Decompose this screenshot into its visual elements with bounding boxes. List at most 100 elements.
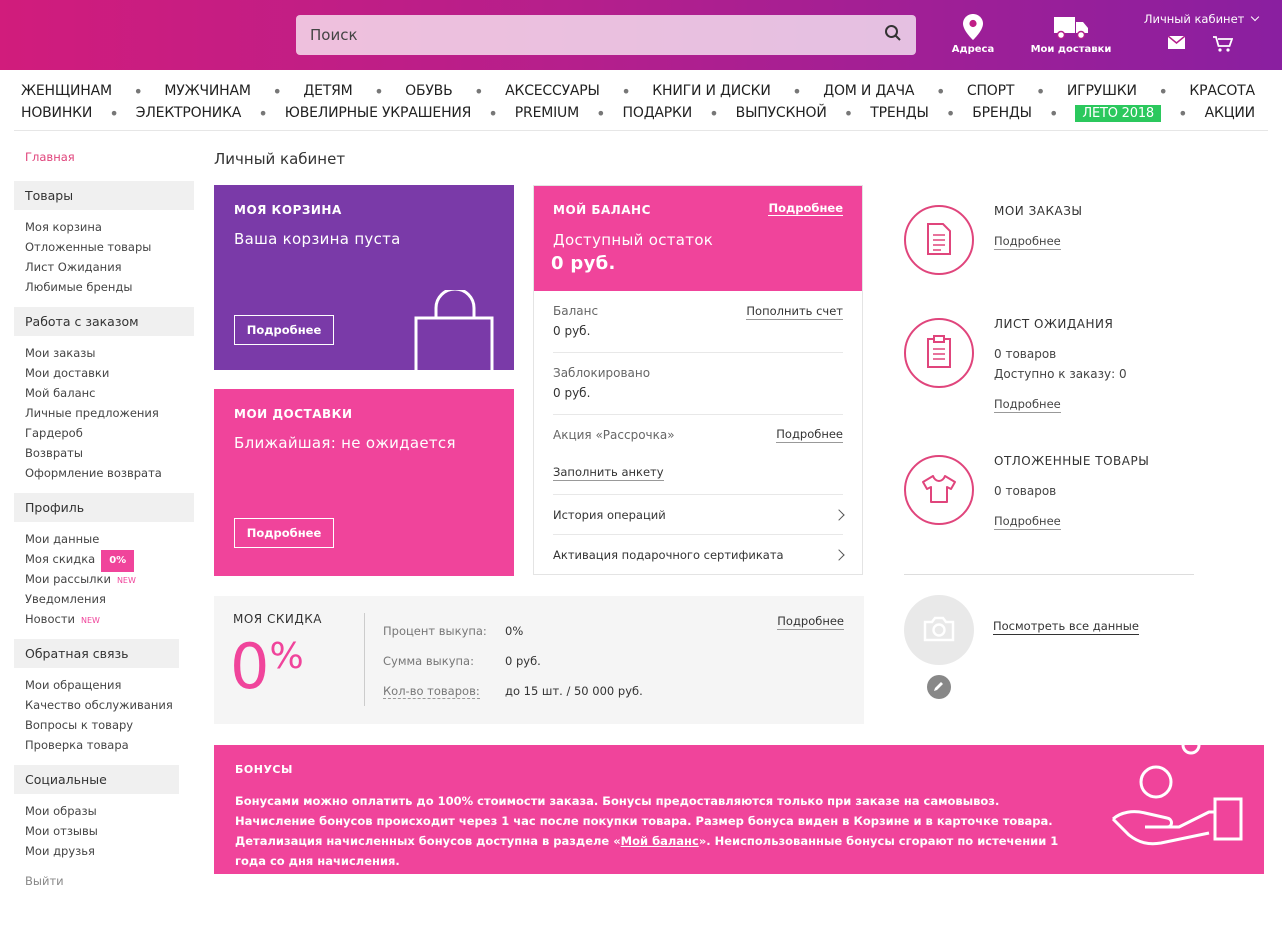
nav-separator: • [843, 103, 854, 123]
nav-summer-2018[interactable]: ЛЕТО 2018 [1075, 104, 1161, 122]
nav-separator: • [935, 81, 946, 101]
nav-books[interactable]: КНИГИ И ДИСКИ [652, 83, 771, 99]
view-all-data-link[interactable]: Посмотреть все данные [993, 619, 1139, 635]
saved-count: 0 товаров [994, 484, 1057, 498]
nav-sport[interactable]: СПОРТ [967, 83, 1015, 99]
promo-more-link[interactable]: Подробнее [776, 427, 843, 443]
new-tag: NEW [116, 576, 136, 585]
sidebar-item-service-quality[interactable]: Качество обслуживания [14, 695, 194, 715]
cart-more-button[interactable]: Подробнее [234, 315, 334, 345]
sidebar-item-offers[interactable]: Личные предложения [14, 403, 194, 423]
sidebar-item-product-check[interactable]: Проверка товара [14, 735, 194, 755]
nav-shoes[interactable]: ОБУВЬ [405, 83, 453, 99]
sidebar-item-balance[interactable]: Мой баланс [14, 383, 194, 403]
blocked-label: Заблокировано [553, 366, 651, 380]
sidebar-item-return-form[interactable]: Оформление возврата [14, 463, 194, 483]
saved-title: ОТЛОЖЕННЫЕ ТОВАРЫ [994, 454, 1150, 468]
nav-beauty[interactable]: КРАСОТА [1189, 83, 1255, 99]
buyout-percent-value: 0% [505, 624, 524, 638]
sidebar-item-fav-brands[interactable]: Любимые бренды [14, 277, 194, 297]
sidebar-item-waitlist[interactable]: Лист Ожидания [14, 257, 194, 277]
waitlist-title: ЛИСТ ОЖИДАНИЯ [994, 317, 1114, 331]
sidebar-group-feedback: Обратная связь Мои обращения Качество об… [14, 639, 194, 755]
nav-brands[interactable]: БРЕНДЫ [972, 105, 1032, 121]
sidebar-item-news[interactable]: Новости NEW [14, 609, 194, 629]
nav-trends[interactable]: ТРЕНДЫ [870, 105, 929, 121]
nav-electronics[interactable]: ЭЛЕКТРОНИКА [136, 105, 242, 121]
waitlist-more-link[interactable]: Подробнее [994, 397, 1061, 413]
nav-separator: • [474, 81, 484, 101]
sidebar-home[interactable]: Главная [14, 150, 194, 166]
bonus-text: Бонусами можно оплатить до 100% стоимост… [235, 791, 1075, 871]
topup-link[interactable]: Пополнить счет [746, 304, 843, 320]
discount-more-link[interactable]: Подробнее [777, 614, 844, 630]
nav-row-1: ЖЕНЩИНАМ • МУЖЧИНАМ • ДЕТЯМ • ОБУВЬ • АКСЕСС… [21, 80, 1255, 102]
pencil-icon [933, 680, 945, 695]
my-balance-link[interactable]: Мой баланс [621, 834, 699, 848]
nav-sales[interactable]: АКЦИИ [1205, 105, 1256, 121]
nav-toys[interactable]: ИГРУШКИ [1067, 83, 1137, 99]
sidebar-item-orders[interactable]: Мои заказы [14, 343, 194, 363]
avatar[interactable] [904, 595, 974, 665]
nav-separator: • [374, 81, 384, 101]
account-menu[interactable]: Личный кабинет [1144, 12, 1260, 26]
addresses-button[interactable]: Адреса [950, 14, 996, 55]
sidebar-item-discount[interactable]: Моя скидка 0% [14, 549, 194, 572]
nav-separator: • [621, 81, 631, 101]
nav-graduation[interactable]: ВЫПУСКНОЙ [736, 105, 827, 121]
my-deliveries-button[interactable]: Мои доставки [1030, 16, 1112, 55]
mail-icon[interactable] [1167, 35, 1186, 52]
nav-separator: • [945, 103, 956, 123]
promo-row: Акция «Рассрочка» Подробнее Заполнить ан… [553, 415, 843, 495]
nav-separator: • [488, 103, 498, 123]
hand-coins-icon [1109, 744, 1249, 860]
addresses-label: Адреса [951, 44, 995, 55]
available-label: Доступный остаток [553, 231, 714, 249]
chevron-right-icon [833, 509, 845, 521]
sidebar-item-my-data[interactable]: Мои данные [14, 529, 194, 549]
nav-gifts[interactable]: ПОДАРКИ [623, 105, 693, 121]
sidebar-item-saved[interactable]: Отложенные товары [14, 237, 194, 257]
nav-premium[interactable]: PREMIUM [515, 105, 579, 121]
fill-form-link[interactable]: Заполнить анкету [553, 465, 664, 481]
nav-men[interactable]: МУЖЧИНАМ [164, 83, 251, 99]
history-row[interactable]: История операций [553, 495, 845, 535]
edit-avatar-button[interactable] [927, 675, 951, 699]
sidebar-item-mailings[interactable]: Мои рассылки NEW [14, 569, 194, 589]
sidebar-item-wardrobe[interactable]: Гардероб [14, 423, 194, 443]
gift-label: Активация подарочного сертификата [553, 548, 784, 562]
nav-home[interactable]: ДОМ И ДАЧА [823, 83, 914, 99]
saved-more-link[interactable]: Подробнее [994, 514, 1061, 530]
cart-icon[interactable] [1213, 36, 1234, 55]
sidebar-item-product-questions[interactable]: Вопросы к товару [14, 715, 194, 735]
items-count-label[interactable]: Кол-во товаров: [383, 684, 480, 699]
sidebar-item-looks[interactable]: Мои образы [14, 801, 194, 821]
sidebar-item-cart[interactable]: Моя корзина [14, 217, 194, 237]
available-value: 0 руб. [551, 253, 616, 274]
gift-row[interactable]: Активация подарочного сертификата [553, 535, 845, 575]
shopping-bag-icon [414, 287, 496, 374]
nav-women[interactable]: ЖЕНЩИНАМ [21, 83, 112, 99]
nav-separator: • [1178, 103, 1188, 123]
sidebar-item-friends[interactable]: Мои друзья [14, 841, 194, 861]
map-pin-icon [950, 14, 996, 40]
orders-more-link[interactable]: Подробнее [994, 234, 1061, 250]
nav-jewelry[interactable]: ЮВЕЛИРНЫЕ УКРАШЕНИЯ [285, 105, 472, 121]
search-input[interactable]: Поиск [296, 15, 916, 55]
deliveries-more-button[interactable]: Подробнее [234, 518, 334, 548]
chevron-down-icon [1250, 12, 1260, 22]
sidebar-item-deliveries[interactable]: Мои доставки [14, 363, 194, 383]
waitlist-available: Доступно к заказу: 0 [994, 367, 1127, 381]
sidebar-item-reviews[interactable]: Мои отзывы [14, 821, 194, 841]
sidebar-item-requests[interactable]: Мои обращения [14, 675, 194, 695]
sidebar-item-notifications[interactable]: Уведомления [14, 589, 194, 609]
nav-kids[interactable]: ДЕТЯМ [303, 83, 352, 99]
balance-more-link[interactable]: Подробнее [768, 201, 843, 216]
logout-link[interactable]: Выйти [14, 871, 194, 891]
items-count-value: до 15 шт. / 50 000 руб. [505, 684, 643, 698]
right-divider [904, 574, 1194, 575]
nav-accessories[interactable]: АКСЕССУАРЫ [505, 83, 600, 99]
search-icon[interactable] [884, 24, 902, 46]
sidebar-item-returns[interactable]: Возвраты [14, 443, 194, 463]
nav-new[interactable]: НОВИНКИ [21, 105, 92, 121]
